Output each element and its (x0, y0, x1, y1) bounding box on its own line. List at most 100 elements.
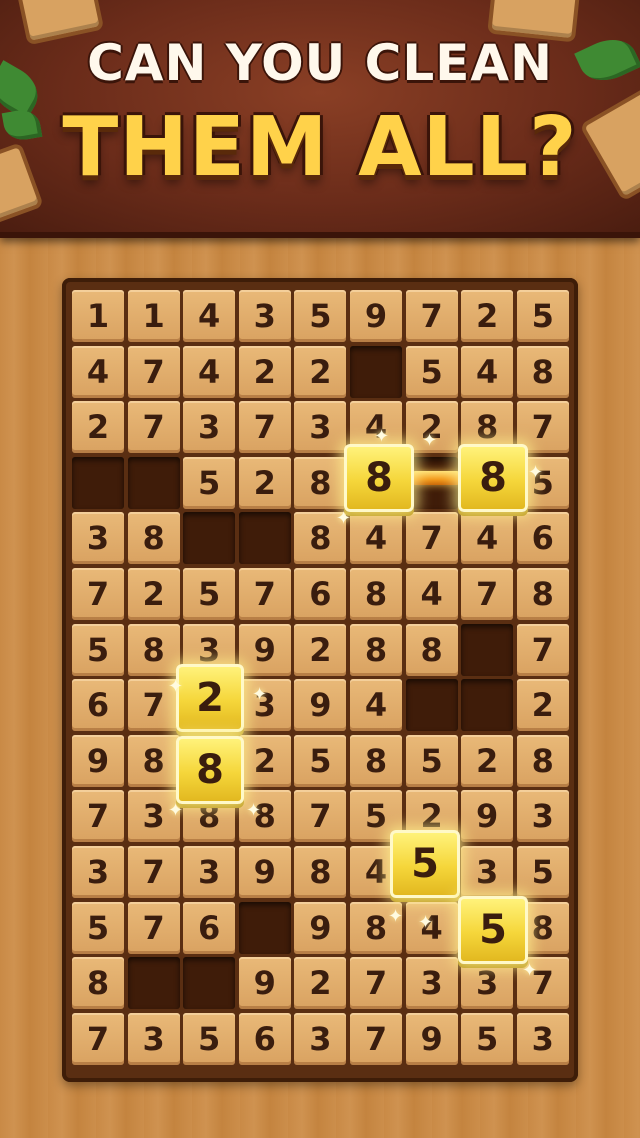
number-tile[interactable]: 9 (461, 790, 514, 843)
number-tile[interactable]: 4 (183, 345, 236, 398)
number-tile[interactable]: 9 (72, 734, 124, 787)
number-tile[interactable]: 8 (127, 623, 180, 676)
number-tile[interactable]: 7 (127, 401, 180, 454)
number-tile[interactable]: 9 (405, 1012, 458, 1065)
number-tile[interactable]: 7 (516, 623, 569, 676)
number-tile[interactable]: 2 (294, 957, 347, 1010)
number-tile[interactable]: 3 (294, 401, 347, 454)
number-tile[interactable]: 2 (127, 568, 180, 620)
number-tile[interactable]: 8 (516, 345, 569, 398)
number-tile[interactable]: 7 (350, 1012, 402, 1065)
highlighted-tile[interactable]: 8 (344, 444, 414, 512)
number-tile[interactable]: 5 (405, 734, 458, 787)
number-tile[interactable]: 4 (405, 568, 458, 620)
number-tile[interactable]: 8 (127, 512, 180, 565)
number-tile[interactable]: 7 (294, 790, 347, 843)
sparkle-icon: ✦ (252, 684, 268, 705)
number-tile[interactable]: 1 (127, 290, 180, 342)
number-tile[interactable]: 5 (294, 734, 347, 787)
number-tile[interactable]: 7 (405, 290, 458, 342)
number-tile[interactable]: 9 (238, 957, 291, 1010)
number-tile[interactable]: 5 (72, 901, 124, 954)
number-tile[interactable]: 5 (183, 1012, 236, 1065)
number-tile[interactable]: 5 (183, 568, 236, 620)
number-tile[interactable]: 5 (405, 345, 458, 398)
number-tile[interactable]: 7 (238, 401, 291, 454)
number-tile[interactable]: 2 (238, 734, 291, 787)
number-tile[interactable]: 3 (405, 957, 458, 1010)
number-tile[interactable]: 5 (72, 623, 124, 676)
number-tile[interactable]: 2 (238, 345, 291, 398)
number-tile[interactable]: 7 (238, 568, 291, 620)
number-tile[interactable]: 2 (516, 679, 569, 732)
number-tile[interactable]: 9 (350, 290, 402, 342)
highlighted-tile[interactable]: 8 (458, 444, 528, 512)
number-tile[interactable]: 3 (516, 1012, 569, 1065)
number-tile[interactable]: 2 (461, 290, 514, 342)
number-tile[interactable]: 3 (461, 957, 514, 1010)
number-tile[interactable]: 7 (127, 901, 180, 954)
number-tile[interactable]: 6 (183, 901, 236, 954)
number-tile[interactable]: 7 (72, 1012, 124, 1065)
number-tile[interactable]: 7 (405, 512, 458, 565)
number-tile[interactable]: 8 (350, 623, 402, 676)
number-tile[interactable]: 8 (350, 734, 402, 787)
number-tile[interactable]: 3 (183, 846, 236, 898)
number-tile[interactable]: 2 (238, 456, 291, 509)
sparkle-icon: ✦ (168, 800, 184, 821)
number-tile[interactable]: 3 (72, 512, 124, 565)
number-tile[interactable]: 9 (238, 846, 291, 898)
number-tile[interactable]: 3 (183, 401, 236, 454)
empty-slot (183, 957, 236, 1010)
number-tile[interactable]: 5 (461, 1012, 514, 1065)
number-tile[interactable]: 8 (72, 957, 124, 1010)
number-tile[interactable]: 4 (461, 345, 514, 398)
number-tile[interactable]: 6 (72, 679, 124, 732)
number-tile[interactable]: 7 (461, 568, 514, 620)
number-tile[interactable]: 2 (461, 734, 514, 787)
number-tile[interactable]: 2 (294, 623, 347, 676)
number-tile[interactable]: 9 (294, 901, 347, 954)
number-tile[interactable]: 3 (461, 846, 514, 898)
number-tile[interactable]: 4 (461, 512, 514, 565)
number-tile[interactable]: 6 (238, 1012, 291, 1065)
number-tile[interactable]: 3 (294, 1012, 347, 1065)
number-tile[interactable]: 3 (127, 1012, 180, 1065)
number-tile[interactable]: 8 (516, 734, 569, 787)
number-tile[interactable]: 5 (516, 846, 569, 898)
number-tile[interactable]: 2 (72, 401, 124, 454)
number-tile[interactable]: 7 (127, 846, 180, 898)
number-tile[interactable]: 6 (516, 512, 569, 565)
number-tile[interactable]: 2 (294, 345, 347, 398)
highlighted-tile[interactable]: 5 (390, 830, 460, 898)
number-tile[interactable]: 6 (294, 568, 347, 620)
number-tile[interactable]: 5 (183, 456, 236, 509)
number-tile[interactable]: 4 (350, 512, 402, 565)
number-tile[interactable]: 7 (127, 345, 180, 398)
number-tile[interactable]: 5 (294, 290, 347, 342)
number-tile[interactable]: 3 (72, 846, 124, 898)
sparkle-icon: ✦ (528, 462, 544, 483)
number-tile[interactable]: 7 (72, 790, 124, 843)
number-tile[interactable]: 3 (238, 290, 291, 342)
highlighted-tile[interactable]: 5 (458, 896, 528, 964)
number-tile[interactable]: 4 (72, 345, 124, 398)
highlighted-tile[interactable]: 2 (176, 664, 244, 732)
number-tile[interactable]: 1 (72, 290, 124, 342)
number-tile[interactable]: 8 (294, 846, 347, 898)
number-tile[interactable]: 4 (183, 290, 236, 342)
number-tile[interactable]: 8 (294, 456, 347, 509)
number-tile[interactable]: 7 (350, 957, 402, 1010)
empty-slot (405, 679, 458, 732)
number-tile[interactable]: 4 (350, 679, 402, 732)
number-tile[interactable]: 9 (294, 679, 347, 732)
highlighted-tile[interactable]: 8 (176, 736, 244, 804)
number-tile[interactable]: 5 (516, 290, 569, 342)
number-tile[interactable]: 7 (72, 568, 124, 620)
number-tile[interactable]: 8 (516, 568, 569, 620)
number-tile[interactable]: 8 (405, 623, 458, 676)
number-tile[interactable]: 8 (127, 734, 180, 787)
number-tile[interactable]: 9 (238, 623, 291, 676)
number-tile[interactable]: 8 (350, 568, 402, 620)
number-tile[interactable]: 3 (516, 790, 569, 843)
